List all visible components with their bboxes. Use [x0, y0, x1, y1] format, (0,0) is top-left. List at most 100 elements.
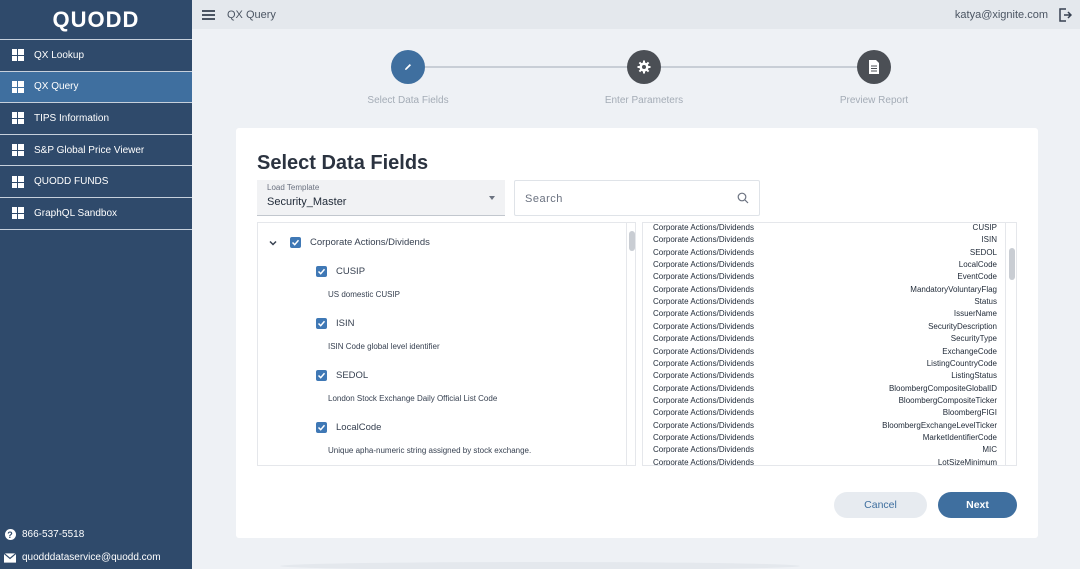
- list-item-field: ListingStatus: [951, 371, 997, 381]
- next-button[interactable]: Next: [938, 492, 1017, 518]
- search-input[interactable]: Search: [514, 180, 760, 216]
- sidebar-item-graphql-sandbox[interactable]: GraphQL Sandbox: [0, 198, 192, 230]
- tree-scrollbar[interactable]: [629, 231, 635, 251]
- tree-field: CUSIP: [316, 266, 365, 277]
- list-item-category: Corporate Actions/Dividends: [653, 346, 754, 356]
- list-item-field: SecurityType: [950, 334, 997, 344]
- field-checkbox[interactable]: [316, 318, 327, 329]
- dashboard-icon: [12, 207, 24, 220]
- sidebar-item-label: QUODD FUNDS: [34, 176, 109, 188]
- field-label: SEDOL: [336, 370, 369, 381]
- field-label: LocalCode: [336, 422, 382, 433]
- sidebar-footer: ? 866-537-5518 quodddataservice@quodd.co…: [0, 523, 192, 569]
- list-item-category: Corporate Actions/Dividends: [653, 321, 754, 331]
- step-preview-report[interactable]: [857, 50, 891, 84]
- load-template-select[interactable]: Load Template Security_Master: [257, 180, 505, 216]
- list-item[interactable]: Corporate Actions/Dividends BloombergExch…: [653, 420, 997, 432]
- sidebar-item-label: TIPS Information: [34, 112, 110, 124]
- list-item[interactable]: Corporate Actions/Dividends ISIN: [653, 234, 997, 246]
- mail-icon: [4, 552, 16, 564]
- field-description: London Stock Exchange Daily Official Lis…: [328, 394, 498, 403]
- list-item-field: SecurityDescription: [928, 321, 997, 331]
- list-item[interactable]: Corporate Actions/Dividends LotSizeMinimu…: [653, 457, 997, 466]
- list-item-category: Corporate Actions/Dividends: [653, 383, 754, 393]
- logout-icon[interactable]: [1058, 7, 1072, 22]
- search-icon[interactable]: [737, 192, 749, 204]
- sidebar-item-qx-lookup[interactable]: QX Lookup: [0, 40, 192, 72]
- gear-icon: [637, 60, 651, 74]
- list-item[interactable]: Corporate Actions/Dividends EventCode: [653, 271, 997, 283]
- list-item[interactable]: Corporate Actions/Dividends BloombergFIGI: [653, 407, 997, 419]
- list-item-field: MarketIdentifierCode: [922, 432, 997, 442]
- step-label: Select Data Fields: [367, 95, 449, 106]
- list-item[interactable]: Corporate Actions/Dividends CUSIP: [653, 223, 997, 234]
- list-item[interactable]: Corporate Actions/Dividends SecurityDescr…: [653, 321, 997, 333]
- step-select-data-fields[interactable]: [391, 50, 425, 84]
- list-item-field: CUSIP: [972, 223, 997, 232]
- sidebar-item-qx-query[interactable]: QX Query: [0, 71, 192, 104]
- list-item[interactable]: Corporate Actions/Dividends Status: [653, 296, 997, 308]
- list-item-category: Corporate Actions/Dividends: [653, 420, 754, 430]
- group-checkbox[interactable]: [290, 237, 301, 248]
- list-item[interactable]: Corporate Actions/Dividends ExchangeCode: [653, 346, 997, 358]
- list-item-category: Corporate Actions/Dividends: [653, 297, 754, 307]
- list-item-field: ISIN: [981, 235, 997, 245]
- list-item[interactable]: Corporate Actions/Dividends ListingCountr…: [653, 358, 997, 370]
- tree-field: LocalCode: [316, 422, 381, 433]
- step-enter-parameters[interactable]: [627, 50, 661, 84]
- step-connector: [425, 66, 628, 68]
- sidebar-item-tips-information[interactable]: TIPS Information: [0, 103, 192, 135]
- list-item[interactable]: Corporate Actions/Dividends LocalCode: [653, 259, 997, 271]
- list-item-category: Corporate Actions/Dividends: [653, 457, 754, 466]
- list-item-category: Corporate Actions/Dividends: [653, 223, 754, 232]
- field-checkbox[interactable]: [316, 422, 327, 433]
- dashboard-icon: [12, 144, 24, 157]
- list-item[interactable]: Corporate Actions/Dividends IssuerName: [653, 308, 997, 320]
- list-item[interactable]: Corporate Actions/Dividends MarketIdentif…: [653, 432, 997, 444]
- list-item-field: BloombergCompositeTicker: [898, 395, 997, 405]
- list-item-field: BloombergFIGI: [942, 408, 997, 418]
- list-item-field: LotSizeMinimum: [937, 457, 997, 466]
- cancel-button[interactable]: Cancel: [834, 492, 927, 518]
- list-item[interactable]: Corporate Actions/Dividends MIC: [653, 444, 997, 456]
- dashboard-icon: [12, 80, 24, 93]
- sidebar: QUODD QX Lookup QX Query TIPS Information S…: [0, 0, 192, 569]
- list-item-category: Corporate Actions/Dividends: [653, 358, 754, 368]
- list-item-field: SEDOL: [969, 247, 997, 257]
- menu-icon[interactable]: [202, 9, 215, 20]
- list-item[interactable]: Corporate Actions/Dividends MandatoryVolu…: [653, 284, 997, 296]
- document-icon: [869, 60, 879, 74]
- stepper: Select Data Fields Enter Parameters Prev…: [192, 29, 1080, 129]
- field-checkbox[interactable]: [316, 266, 327, 277]
- list-scrollbar[interactable]: [1009, 248, 1015, 280]
- list-item-field: MIC: [982, 445, 997, 455]
- pencil-icon: [405, 64, 411, 70]
- list-item-category: Corporate Actions/Dividends: [653, 334, 754, 344]
- list-item-field: BloombergExchangeLevelTicker: [882, 420, 997, 430]
- list-item[interactable]: Corporate Actions/Dividends BloombergComp…: [653, 383, 997, 395]
- logo: QUODD: [0, 0, 192, 40]
- field-label: CUSIP: [336, 266, 366, 277]
- help-icon: ?: [4, 529, 16, 541]
- list-item-field: BloombergCompositeGlobalID: [888, 383, 997, 393]
- list-item[interactable]: Corporate Actions/Dividends BloombergComp…: [653, 395, 997, 407]
- sidebar-item-quodd-funds[interactable]: QUODD FUNDS: [0, 166, 192, 198]
- field-checkbox[interactable]: [316, 370, 327, 381]
- support-phone: ? 866-537-5518: [0, 523, 192, 546]
- list-item[interactable]: Corporate Actions/Dividends ListingStatus: [653, 370, 997, 382]
- group-label: Corporate Actions/Dividends: [310, 237, 430, 248]
- list-item-category: Corporate Actions/Dividends: [653, 432, 754, 442]
- list-item[interactable]: Corporate Actions/Dividends SecurityType: [653, 333, 997, 345]
- step-label: Enter Parameters: [604, 95, 684, 106]
- card-title: Select Data Fields: [257, 152, 429, 174]
- list-item-field: ExchangeCode: [942, 346, 997, 356]
- list-item-category: Corporate Actions/Dividends: [653, 235, 754, 245]
- chevron-down-icon[interactable]: [268, 238, 278, 248]
- sidebar-nav: QX Lookup QX Query TIPS Information S&P Glo…: [0, 40, 192, 230]
- sidebar-item-s-p-global-price-viewer[interactable]: S&P Global Price Viewer: [0, 135, 192, 167]
- list-item-category: Corporate Actions/Dividends: [653, 395, 754, 405]
- list-item-category: Corporate Actions/Dividends: [653, 247, 754, 257]
- sidebar-item-label: GraphQL Sandbox: [34, 207, 118, 219]
- list-item-field: EventCode: [957, 272, 997, 282]
- list-item[interactable]: Corporate Actions/Dividends SEDOL: [653, 247, 997, 259]
